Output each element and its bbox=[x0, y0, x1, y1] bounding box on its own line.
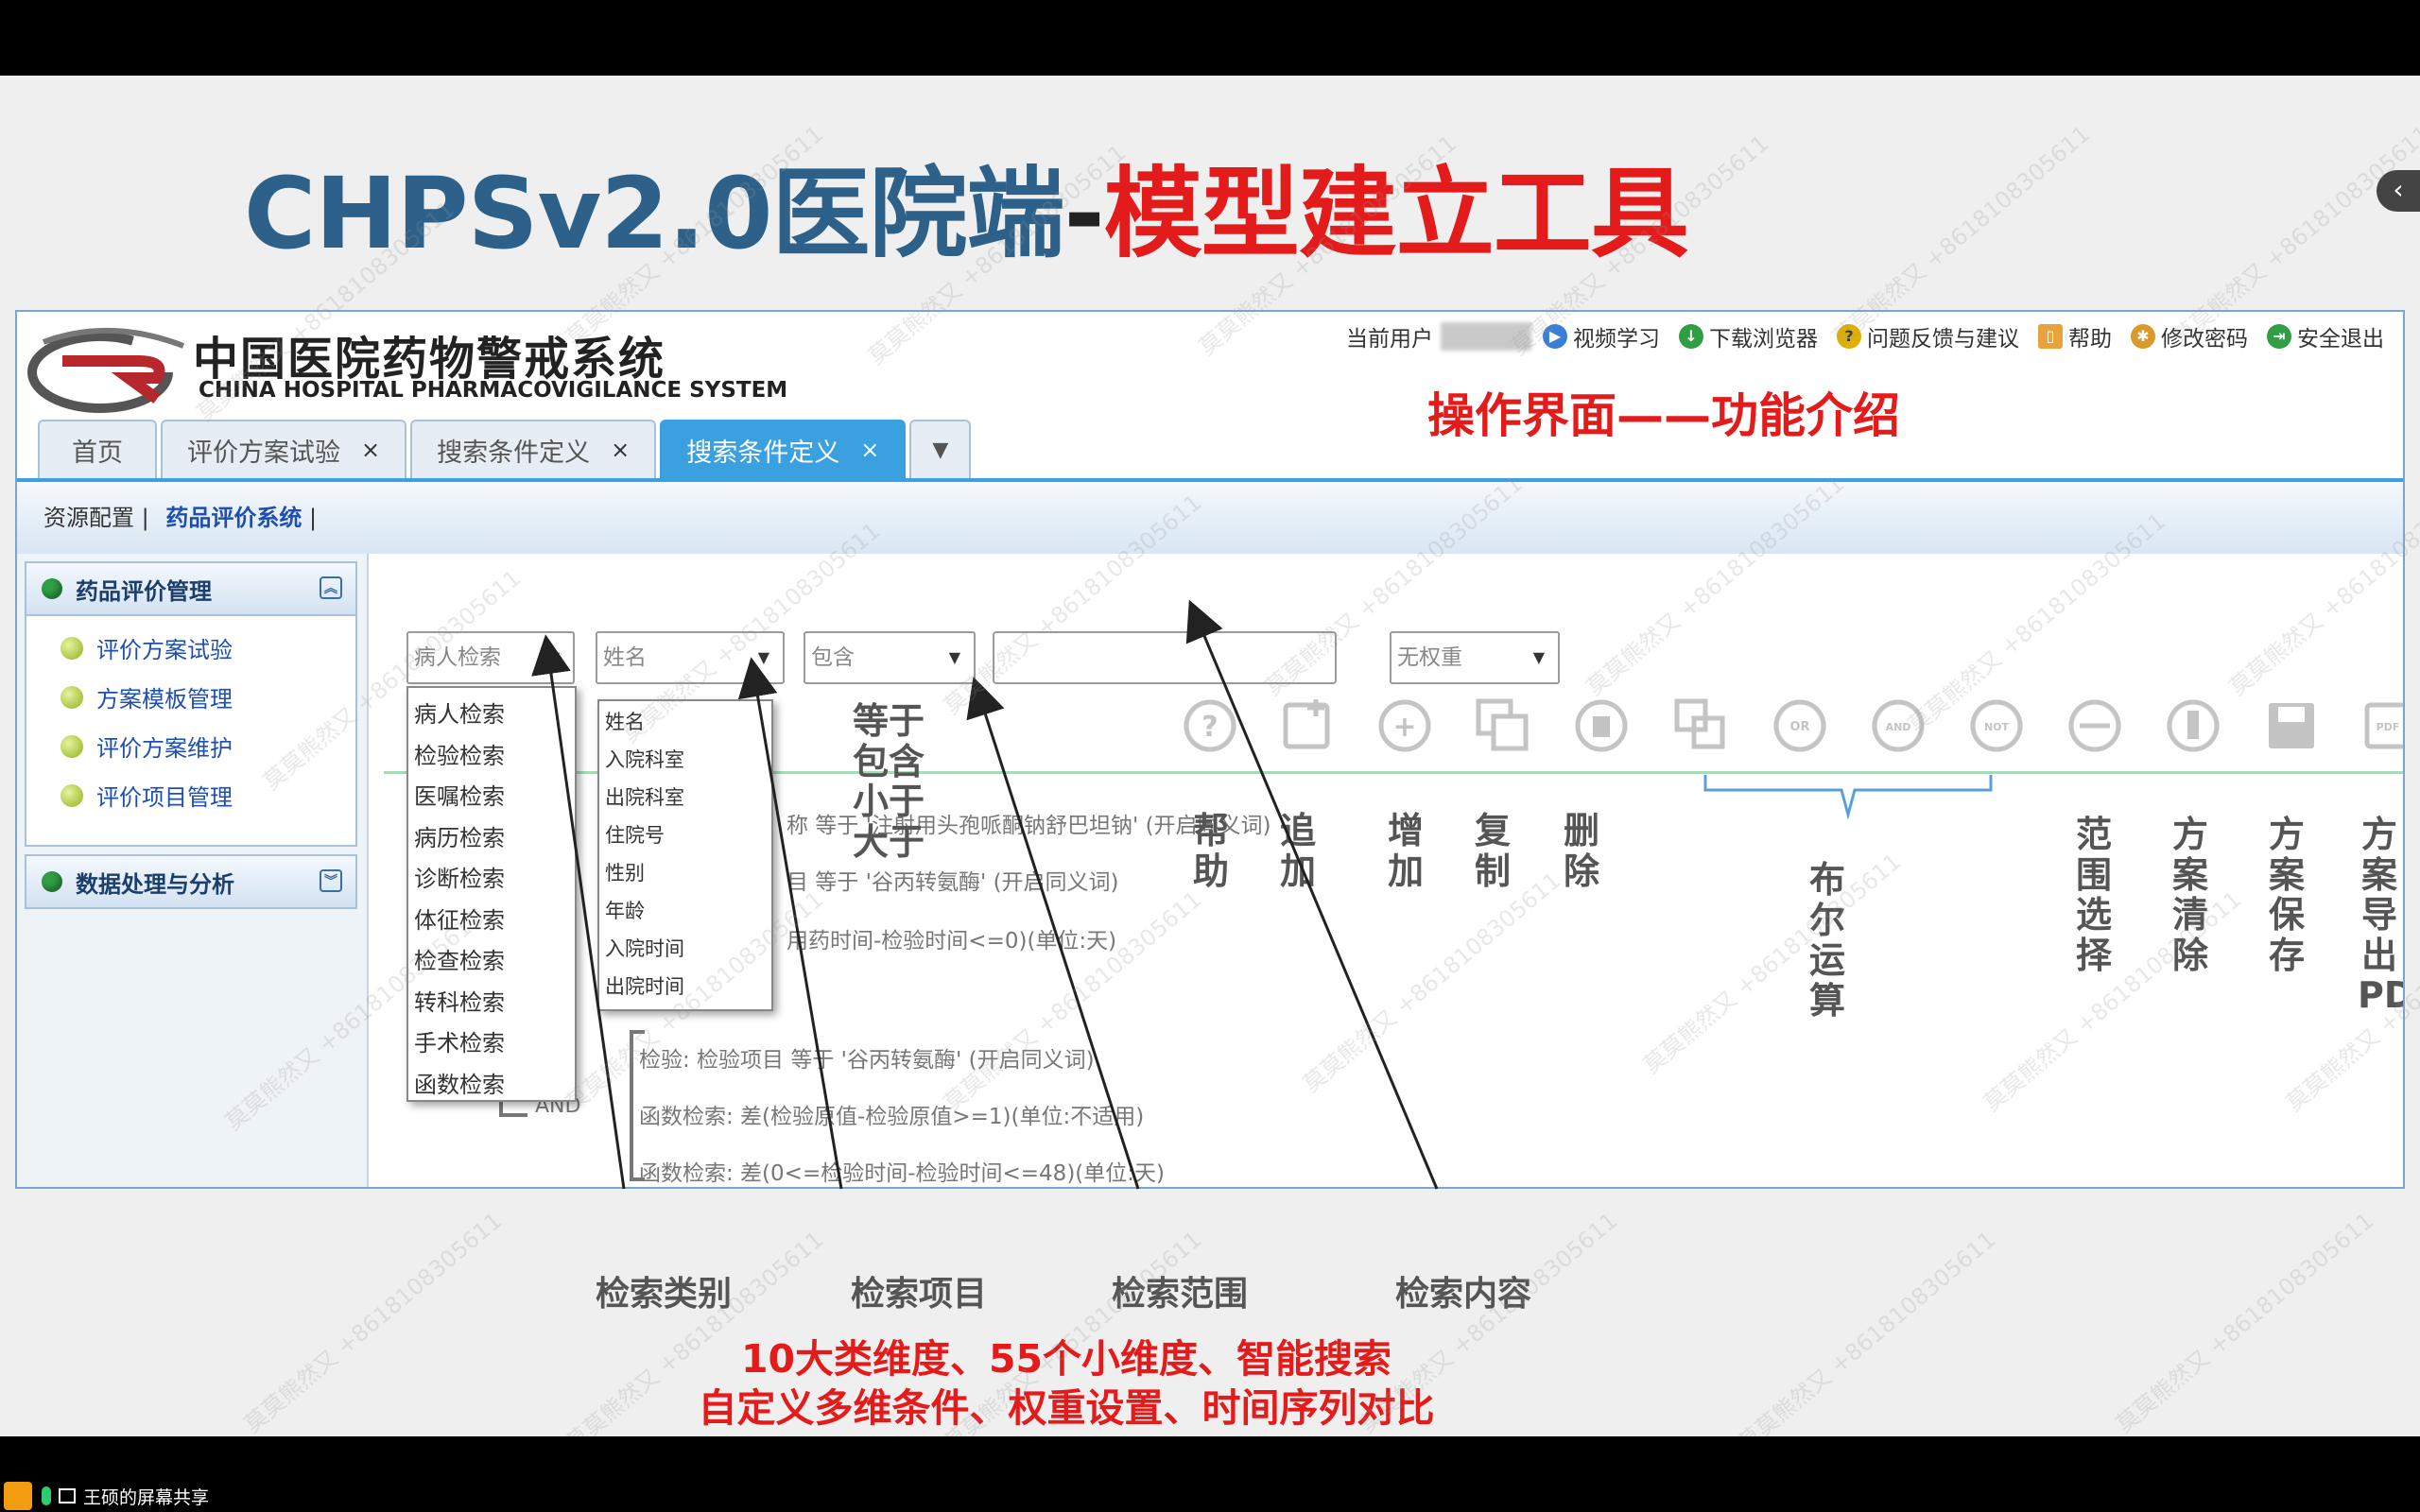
screen-share-label: 王硕的屏幕共享 bbox=[83, 1486, 210, 1508]
arrow-content bbox=[1185, 599, 1439, 1190]
screen-share-icon[interactable] bbox=[59, 1488, 76, 1503]
microphone-icon[interactable] bbox=[42, 1486, 51, 1505]
taskbar: 王硕的屏幕共享 bbox=[0, 1480, 2420, 1512]
person-icon bbox=[4, 1482, 32, 1510]
summary-line-3: 同义词库、检验指标均一化 bbox=[0, 1425, 2133, 1436]
label-search-item: 检索项目 bbox=[851, 1275, 988, 1314]
presentation-slide: CHPSv2.0医院端-模型建立工具 ‹ 中国医院药物警戒系统 CHINA HO… bbox=[0, 76, 2420, 1436]
